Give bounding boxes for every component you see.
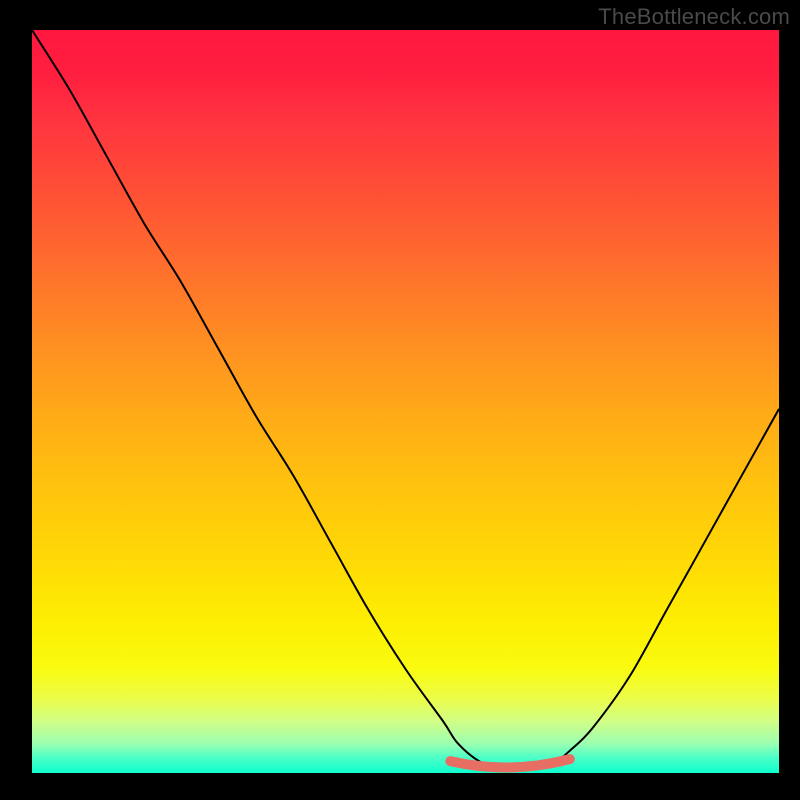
chart-container: TheBottleneck.com	[0, 0, 800, 800]
curve-layer	[32, 30, 779, 773]
plot-area	[32, 30, 779, 773]
bottleneck-curve	[32, 30, 779, 770]
watermark-text: TheBottleneck.com	[598, 4, 790, 30]
optimal-range-highlight	[450, 759, 570, 767]
